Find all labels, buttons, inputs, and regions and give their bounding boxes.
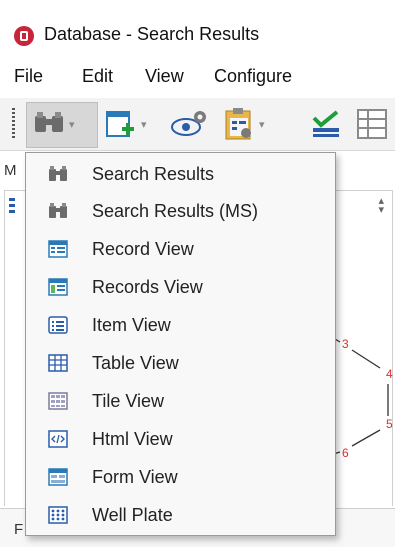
view-settings-button[interactable] — [170, 104, 210, 144]
view-selector-button-icon[interactable]: ▾ — [32, 104, 75, 144]
menu-item-label: Tile View — [92, 391, 165, 411]
menu-item-label: Search Results (MS) — [92, 201, 259, 221]
menu-item-label: Form View — [92, 467, 178, 487]
menu-item-label: Item View — [92, 315, 171, 335]
menu-item-label: Table View — [92, 353, 179, 373]
item-view-icon — [48, 316, 68, 334]
title-bar: Database - Search Results — [0, 0, 395, 58]
list-icon — [9, 198, 15, 214]
menu-item-label: Well Plate — [92, 505, 173, 525]
menu-item-form-view[interactable]: Form View — [26, 459, 335, 496]
toolbar: ▾ ▾ ▾ — [0, 98, 395, 151]
status-label: F — [14, 521, 24, 538]
binoculars-icon — [49, 166, 67, 181]
menu-item-label: Record View — [92, 239, 194, 259]
atom-label: 6 — [342, 446, 349, 460]
tile-view-icon — [48, 392, 68, 410]
view-dropdown-menu: Search Results Search Results (MS) Recor… — [25, 152, 336, 536]
atom-label: 3 — [342, 337, 349, 351]
chevron-down-icon: ▾ — [141, 118, 147, 131]
new-form-icon — [106, 111, 134, 137]
chevron-down-icon: ▾ — [259, 118, 265, 131]
toolbar-grip[interactable] — [12, 108, 15, 138]
form-view-icon — [48, 468, 68, 486]
records-view-icon — [48, 278, 68, 296]
html-view-icon — [48, 430, 68, 448]
panel-label: M — [4, 162, 17, 179]
menu-item-item-view[interactable]: Item View — [26, 307, 335, 344]
menu-item-html-view[interactable]: Html View — [26, 421, 335, 458]
new-form-button[interactable]: ▾ — [104, 104, 147, 144]
menu-bar: File Edit View Configure — [0, 62, 395, 94]
grid-icon — [357, 109, 387, 139]
menu-item-table-view[interactable]: Table View — [26, 345, 335, 382]
menu-item-label: Search Results — [92, 164, 215, 184]
menu-item-well-plate[interactable]: Well Plate — [26, 497, 335, 534]
window-title: Database - Search Results — [44, 24, 260, 44]
check-button[interactable] — [310, 104, 342, 144]
menu-item-search-results-ms[interactable]: Search Results (MS) — [26, 193, 335, 230]
menu-item-records-view[interactable]: Records View — [26, 269, 335, 306]
app-logo-icon — [14, 26, 34, 46]
view-eye-icon — [171, 111, 206, 136]
atom-label: 5 — [386, 417, 393, 431]
menu-view[interactable]: View — [145, 66, 184, 87]
clipboard-button[interactable]: ▾ — [222, 104, 265, 144]
atom-label: 4 — [386, 367, 393, 381]
menu-configure[interactable]: Configure — [214, 66, 292, 87]
binoculars-icon — [49, 203, 67, 218]
spinner-arrows-icon[interactable]: ▴ ▾ — [378, 196, 384, 216]
binoculars-icon — [35, 112, 63, 132]
menu-item-label: Html View — [92, 429, 173, 449]
chevron-down-icon: ▾ — [69, 118, 75, 131]
clipboard-icon — [225, 108, 251, 140]
menu-edit[interactable]: Edit — [82, 66, 113, 87]
menu-item-label: Records View — [92, 277, 203, 297]
table-view-icon — [48, 354, 68, 372]
well-plate-icon — [48, 506, 68, 524]
menu-item-record-view[interactable]: Record View — [26, 231, 335, 268]
menu-item-search-results[interactable]: Search Results — [26, 156, 335, 193]
menu-file[interactable]: File — [14, 66, 43, 87]
menu-item-tile-view[interactable]: Tile View — [26, 383, 335, 420]
record-view-icon — [48, 240, 68, 258]
grid-button[interactable] — [356, 104, 390, 144]
checkmark-icon — [312, 110, 339, 137]
